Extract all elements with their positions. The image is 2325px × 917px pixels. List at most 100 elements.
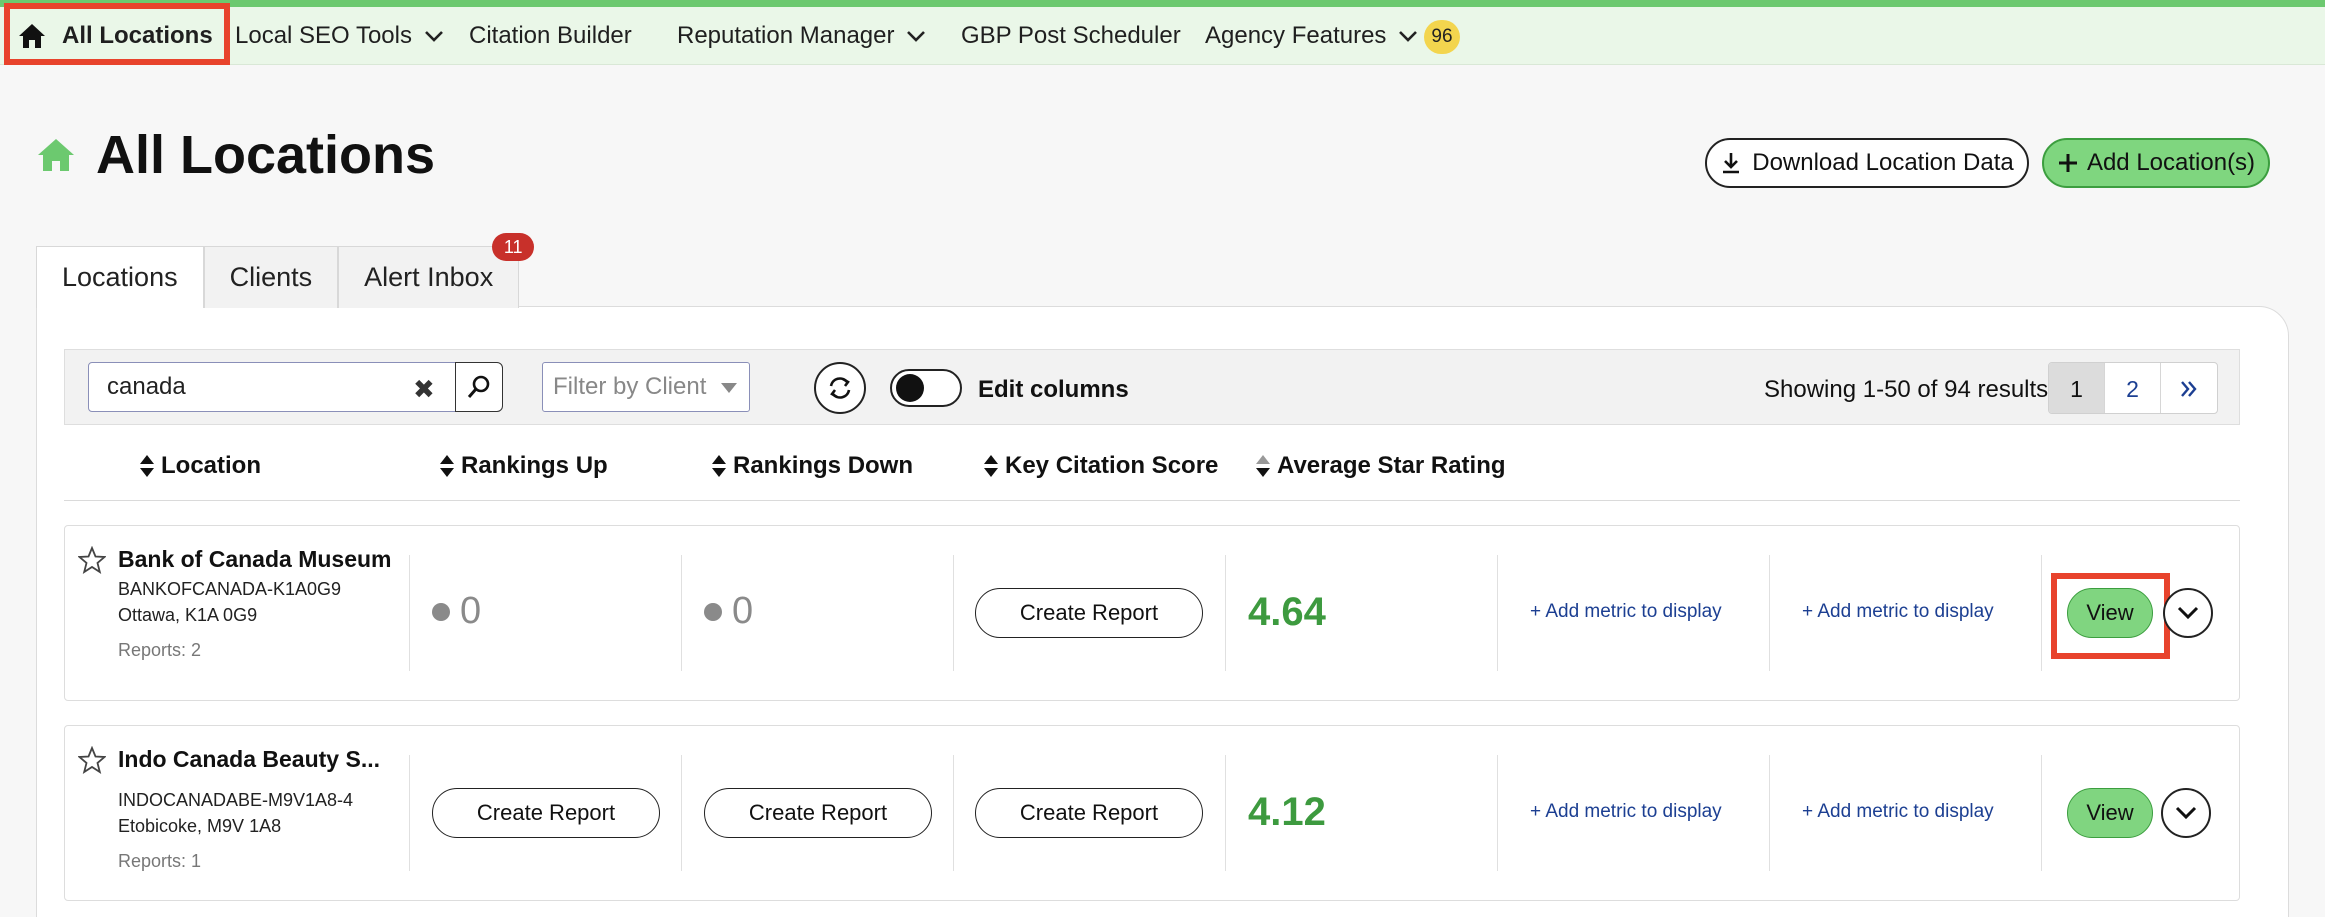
nav-agency-features[interactable]: Agency Features [1205,7,1418,65]
refresh-icon [826,374,854,402]
add-metric-link[interactable]: + Add metric to display [1530,801,1722,823]
rankings-up-value: 0 [432,590,481,633]
add-metric-link[interactable]: + Add metric to display [1530,601,1722,623]
cell-divider [953,755,954,871]
location-name[interactable]: Bank of Canada Museum [118,546,392,573]
home-icon [18,23,46,49]
next-pages-button[interactable] [2161,363,2217,413]
column-header-average-star-rating[interactable]: Average Star Rating [1255,452,1506,480]
nav-citation-builder[interactable]: Citation Builder [469,7,632,65]
edit-columns-toggle[interactable] [890,369,962,407]
cell-divider [2041,755,2042,871]
location-code: BANKOFCANADA-K1A0G9 [118,579,342,599]
column-header-key-citation-score[interactable]: Key Citation Score [983,452,1218,480]
chevron-down-icon [424,30,444,42]
header-divider [64,500,2240,501]
cell-divider [1225,755,1226,871]
expand-row-button[interactable] [2163,588,2213,638]
neutral-dot-icon [432,602,450,621]
cell-divider [681,755,682,871]
nav-all-locations[interactable]: All Locations [10,8,224,64]
page-title: All Locations [36,124,435,186]
view-button[interactable]: View [2067,588,2153,638]
nav-gbp-post-scheduler[interactable]: GBP Post Scheduler [961,7,1181,65]
chevron-down-icon [906,30,926,42]
top-accent-bar [0,0,2325,7]
nav-local-seo-tools[interactable]: Local SEO Tools [235,7,444,65]
page-1-button[interactable]: 1 [2049,363,2105,413]
add-metric-link[interactable]: + Add metric to display [1802,801,1994,823]
location-reports: Reports: 2 [118,640,202,660]
location-city: Ottawa, K1A 0G9 [118,605,258,625]
sort-icon [439,454,455,478]
add-locations-label: Add Location(s) [2086,149,2256,176]
top-nav: All Locations Local SEO Tools Citation B… [0,7,2325,65]
star-outline-icon[interactable] [77,545,107,579]
column-header-rankings-up-label: Rankings Up [461,452,608,479]
tab-alert-inbox[interactable]: Alert Inbox 11 [338,233,535,308]
pagination: 1 2 [2048,362,2218,414]
column-header-average-star-rating-label: Average Star Rating [1277,452,1506,479]
search-icon [466,374,492,400]
add-metric-link[interactable]: + Add metric to display [1802,601,1994,623]
results-count: Showing 1-50 of 94 results [1764,376,2049,403]
search-input[interactable]: canada [88,362,456,412]
add-locations-button[interactable]: Add Location(s) [2042,138,2270,188]
cell-divider [409,555,410,671]
average-star-rating-value: 4.12 [1248,790,1326,834]
average-star-rating-value: 4.64 [1248,590,1326,634]
clear-icon[interactable]: ✖ [413,374,435,405]
cell-divider [1225,555,1226,671]
tab-locations[interactable]: Locations [36,246,204,308]
location-code: INDOCANADABE-M9V1A8-4 [118,790,354,810]
nav-agency-features-label: Agency Features [1205,22,1387,49]
double-chevron-right-icon [2179,380,2199,398]
column-header-rankings-down[interactable]: Rankings Down [711,452,913,480]
page-title-text: All Locations [96,125,436,185]
expand-row-button[interactable] [2161,788,2211,838]
nav-citation-builder-label: Citation Builder [469,22,632,49]
nav-local-seo-tools-label: Local SEO Tools [235,22,412,49]
nav-all-locations-label: All Locations [62,22,213,49]
alert-count-badge: 11 [492,233,535,261]
caret-down-icon [721,383,737,393]
create-report-button[interactable]: Create Report [975,788,1203,838]
chevron-down-icon [2177,606,2199,620]
star-outline-icon[interactable] [77,745,107,779]
cell-divider [681,555,682,671]
tab-clients[interactable]: Clients [203,246,339,308]
search-button[interactable] [455,362,503,412]
cell-divider [1497,555,1498,671]
sort-icon [139,454,155,478]
sort-icon [1255,454,1271,478]
cell-divider [1769,755,1770,871]
chevron-down-icon [1398,30,1418,42]
sort-icon [983,454,999,478]
column-header-rankings-up[interactable]: Rankings Up [439,452,608,480]
tab-clients-label: Clients [229,262,313,292]
cell-divider [1497,755,1498,871]
refresh-button[interactable] [814,362,866,414]
column-header-location-label: Location [161,452,261,479]
download-icon [1720,151,1742,175]
page-2-button[interactable]: 2 [2105,363,2161,413]
location-name[interactable]: Indo Canada Beauty S... [118,746,380,773]
home-icon [36,137,76,173]
nav-gbp-post-scheduler-label: GBP Post Scheduler [961,22,1181,49]
download-label: Download Location Data [1752,149,2014,176]
column-header-location[interactable]: Location [139,452,261,480]
download-location-data-button[interactable]: Download Location Data [1705,138,2029,188]
cell-divider [953,555,954,671]
nav-reputation-manager[interactable]: Reputation Manager [677,7,926,65]
create-report-button[interactable]: Create Report [704,788,932,838]
nav-reputation-manager-label: Reputation Manager [677,22,895,49]
edit-columns-label: Edit columns [978,376,1129,403]
filter-by-client-select[interactable]: Filter by Client [542,362,750,412]
plus-icon [2057,152,2079,174]
create-report-button[interactable]: Create Report [432,788,660,838]
view-button[interactable]: View [2067,788,2153,838]
search-value: canada [107,373,186,400]
create-report-button[interactable]: Create Report [975,588,1203,638]
location-reports: Reports: 1 [118,851,202,871]
tab-locations-label: Locations [62,262,178,292]
